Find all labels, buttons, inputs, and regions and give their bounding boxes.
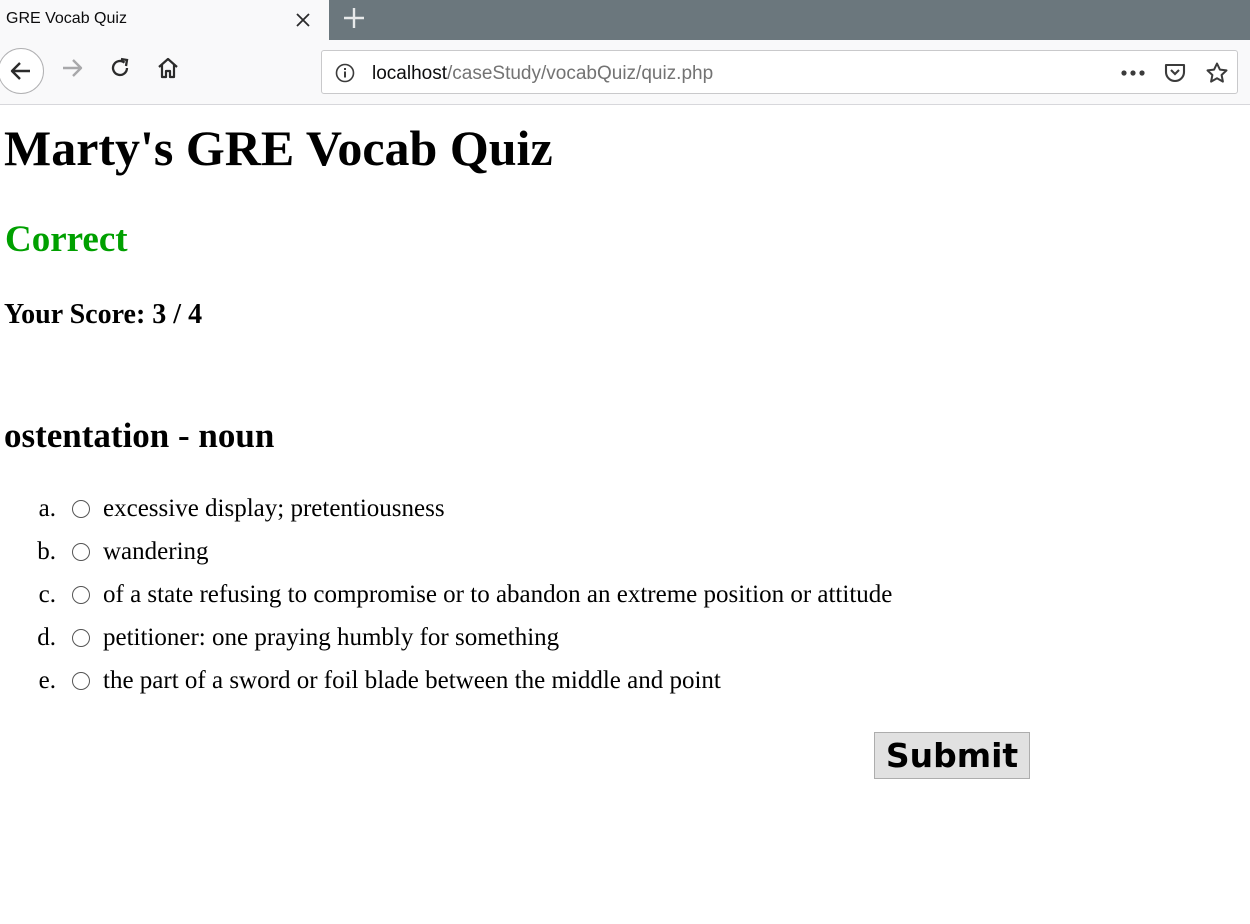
choice-letter: d. xyxy=(37,624,56,651)
pocket-icon[interactable] xyxy=(1162,60,1188,86)
star-icon[interactable] xyxy=(1204,60,1230,86)
choice-text[interactable]: wandering xyxy=(103,538,209,566)
choice-text[interactable]: the part of a sword or foil blade betwee… xyxy=(103,667,721,695)
browser-tab[interactable]: GRE Vocab Quiz xyxy=(0,0,329,40)
score-text: Your Score: 3 / 4 xyxy=(4,299,203,330)
answer-choices: a. excessive display; pretentiousness b.… xyxy=(4,493,1104,708)
url-text[interactable]: localhost/caseStudy/vocabQuiz/quiz.php xyxy=(372,63,713,85)
choice-radio[interactable] xyxy=(72,500,90,518)
choice-item: a. excessive display; pretentiousness xyxy=(4,493,1104,536)
choice-letter: c. xyxy=(38,581,56,608)
choice-item: e. the part of a sword or foil blade bet… xyxy=(4,665,1104,708)
choice-item: b. wandering xyxy=(4,536,1104,579)
choice-text[interactable]: excessive display; pretentiousness xyxy=(103,495,445,523)
quiz-word: ostentation - noun xyxy=(4,416,275,455)
choice-letter: b. xyxy=(37,538,56,565)
choice-letter: e. xyxy=(38,667,56,694)
page-title: Marty's GRE Vocab Quiz xyxy=(4,120,553,176)
choice-radio[interactable] xyxy=(72,543,90,561)
choice-text[interactable]: of a state refusing to compromise or to … xyxy=(103,581,892,609)
tab-bar: GRE Vocab Quiz xyxy=(0,0,1250,40)
submit-button[interactable]: Submit xyxy=(874,732,1030,779)
choice-letter: a. xyxy=(38,495,56,522)
choice-item: d. petitioner: one praying humbly for so… xyxy=(4,622,1104,665)
plus-icon[interactable] xyxy=(340,4,368,32)
url-path: /caseStudy/vocabQuiz/quiz.php xyxy=(447,63,714,84)
address-bar[interactable]: localhost/caseStudy/vocabQuiz/quiz.php xyxy=(321,50,1238,94)
url-host: localhost xyxy=(372,63,447,84)
choice-radio[interactable] xyxy=(72,672,90,690)
more-actions-icon[interactable] xyxy=(1120,60,1146,86)
reload-icon[interactable] xyxy=(104,52,136,84)
choice-radio[interactable] xyxy=(72,586,90,604)
choice-text[interactable]: petitioner: one praying humbly for somet… xyxy=(103,624,559,652)
close-icon[interactable] xyxy=(290,7,316,33)
forward-arrow-icon[interactable] xyxy=(56,52,88,84)
home-icon[interactable] xyxy=(152,52,184,84)
tab-title: GRE Vocab Quiz xyxy=(6,10,127,27)
result-message: Correct xyxy=(5,219,128,260)
back-arrow-icon[interactable] xyxy=(0,48,44,94)
navigation-toolbar: localhost/caseStudy/vocabQuiz/quiz.php xyxy=(0,40,1250,105)
choice-item: c. of a state refusing to compromise or … xyxy=(4,579,1104,622)
info-icon[interactable] xyxy=(334,62,356,84)
choice-radio[interactable] xyxy=(72,629,90,647)
